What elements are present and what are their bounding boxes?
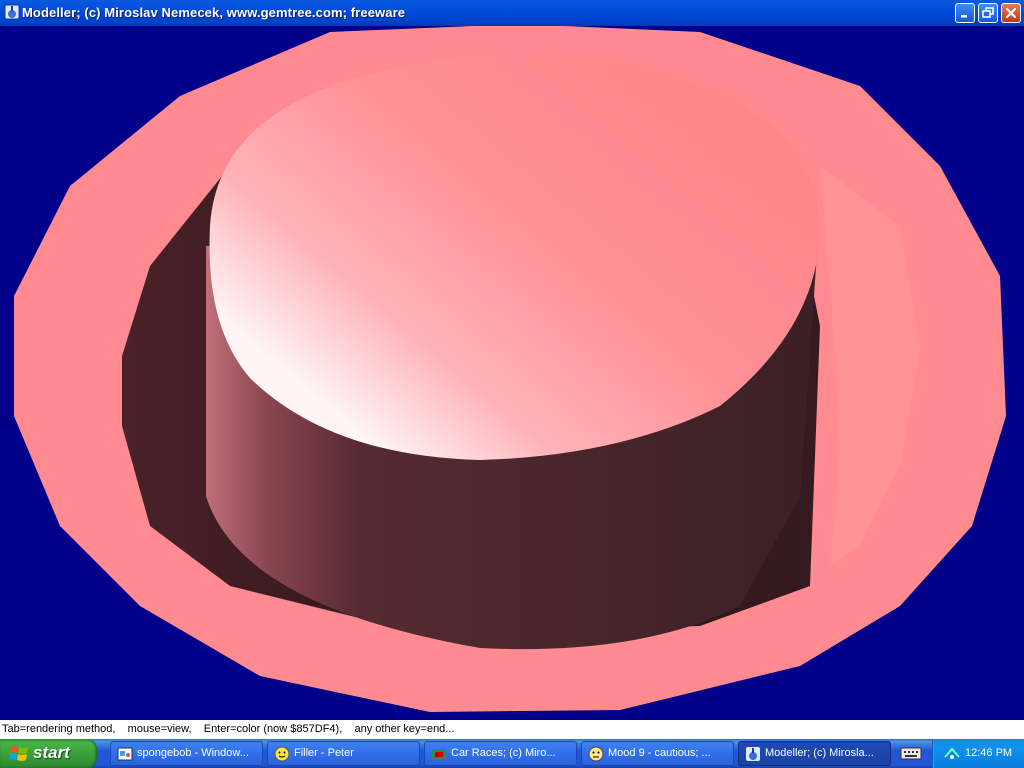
start-button[interactable]: start <box>0 739 97 768</box>
restore-icon <box>982 7 994 18</box>
minimize-icon <box>961 15 967 18</box>
restore-button[interactable] <box>978 3 998 23</box>
close-button[interactable] <box>1001 3 1021 23</box>
task-label: Modeller; (c) Mirosla... <box>765 747 874 759</box>
modeller-icon <box>746 747 760 761</box>
paint-icon <box>117 747 133 761</box>
close-icon <box>1005 7 1017 19</box>
filler-icon <box>274 746 290 762</box>
task-label: Mood 9 - cautious; ... <box>608 747 711 759</box>
smiley-icon <box>588 746 604 762</box>
system-tray: 12:46 PM <box>932 739 1024 768</box>
car-races-icon <box>432 749 446 760</box>
taskbar-item-spongebob[interactable]: spongebob - Window... <box>110 741 263 766</box>
keyboard-icon <box>900 747 922 760</box>
taskbar-item-modeller[interactable]: Modeller; (c) Mirosla... <box>738 741 891 766</box>
render-viewport[interactable] <box>0 26 1024 720</box>
taskbar-item-filler[interactable]: Filler - Peter <box>267 741 420 766</box>
window-title: Modeller; (c) Miroslav Nemecek, www.gemt… <box>22 5 406 20</box>
hat-model <box>14 26 1006 712</box>
title-bar[interactable]: Modeller; (c) Miroslav Nemecek, www.gemt… <box>0 0 1024 26</box>
modeller-app-icon[interactable] <box>4 4 20 20</box>
start-label: start <box>33 743 70 762</box>
keyboard-language-icon[interactable] <box>900 745 922 766</box>
taskbar: start spongebob - Window... Filler - Pet… <box>0 739 1024 768</box>
status-text: Tab=rendering method, mouse=view, Enter=… <box>2 723 455 735</box>
task-label: Filler - Peter <box>294 747 354 759</box>
taskbar-item-car-races[interactable]: Car Races; (c) Miro... <box>424 741 577 766</box>
clock[interactable]: 12:46 PM <box>965 747 1012 759</box>
task-label: Car Races; (c) Miro... <box>451 747 556 759</box>
network-tray-icon[interactable] <box>943 745 961 761</box>
status-line: Tab=rendering method, mouse=view, Enter=… <box>0 720 1024 739</box>
windows-logo-icon <box>10 746 28 761</box>
minimize-button[interactable] <box>955 3 975 23</box>
task-label: spongebob - Window... <box>137 747 249 759</box>
taskbar-item-mood[interactable]: Mood 9 - cautious; ... <box>581 741 734 766</box>
